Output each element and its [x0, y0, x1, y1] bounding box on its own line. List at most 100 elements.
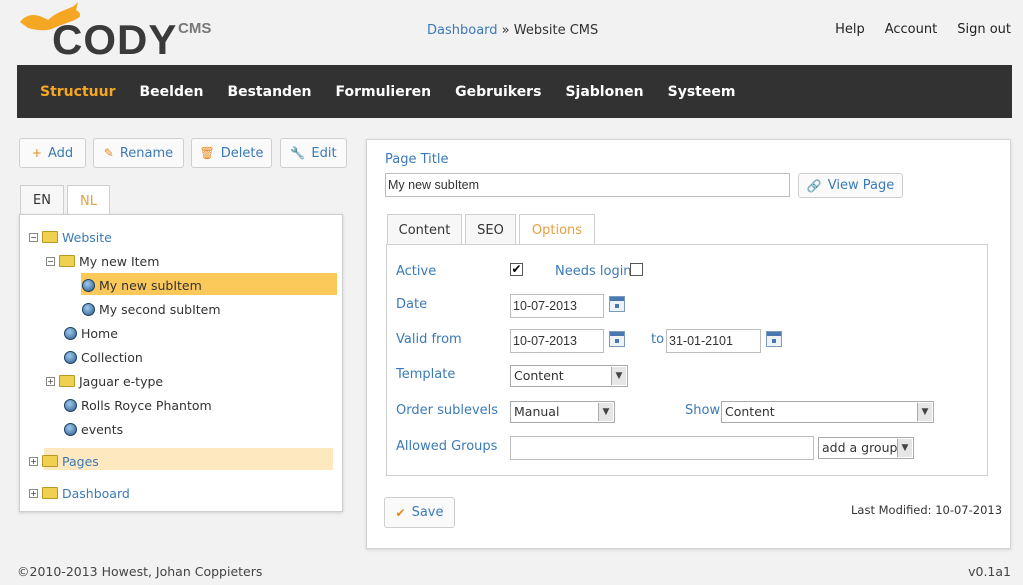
order-sublevels-label: Order sublevels — [396, 403, 499, 418]
active-checkbox[interactable]: ✔ — [510, 263, 523, 276]
tab-options[interactable]: Options — [519, 214, 595, 246]
save-label: Save — [411, 505, 444, 520]
show-label: Show — [685, 403, 721, 418]
tree-label: Pages — [62, 453, 99, 469]
delete-button[interactable]: 🗑 Delete — [191, 138, 272, 168]
valid-to-input[interactable] — [666, 329, 761, 353]
tree-node-rolls-royce[interactable]: Rolls Royce Phantom — [64, 395, 212, 415]
link-icon: 🔗 — [806, 178, 822, 193]
show-value: Content — [725, 404, 775, 419]
logo-cms: CMS — [178, 20, 212, 37]
to-label: to — [651, 332, 665, 347]
order-value: Manual — [514, 404, 560, 419]
allowed-groups-label: Allowed Groups — [396, 439, 498, 454]
needs-login-checkbox[interactable] — [630, 263, 643, 276]
sign-out-link[interactable]: Sign out — [957, 22, 1011, 37]
tree-node-pages[interactable]: + Pages — [29, 451, 99, 471]
page-title-input[interactable] — [385, 173, 790, 197]
tree-node-my-new-subitem[interactable]: My new subItem — [82, 275, 202, 295]
order-sublevels-select[interactable]: Manual ▼ — [510, 401, 615, 423]
add-group-value: add a group — [822, 440, 898, 455]
expand-icon[interactable]: + — [29, 456, 38, 466]
calendar-icon[interactable] — [609, 296, 625, 312]
cody-logo: CODY CMS — [18, 0, 218, 63]
show-select[interactable]: Content ▼ — [721, 401, 934, 423]
chevron-down-icon: ▼ — [598, 403, 613, 421]
tree-node-home[interactable]: Home — [64, 323, 118, 343]
tree-label: events — [81, 421, 124, 437]
tree-label: Rolls Royce Phantom — [81, 397, 212, 413]
breadcrumb: Dashboard » Website CMS — [427, 23, 598, 38]
date-input[interactable] — [510, 294, 604, 318]
expand-icon[interactable]: + — [29, 488, 38, 498]
nav-structuur[interactable]: Structuur — [40, 84, 115, 100]
template-select[interactable]: Content ▼ — [510, 365, 628, 387]
nav-sjablonen[interactable]: Sjablonen — [565, 84, 643, 100]
view-page-button[interactable]: 🔗 View Page — [798, 173, 903, 198]
tab-content[interactable]: Content — [387, 214, 462, 245]
collapse-icon[interactable]: − — [46, 256, 55, 266]
wrench-icon: 🔧 — [290, 146, 306, 160]
tree-panel: − Website − My new Item My new subItem M… — [19, 214, 343, 512]
folder-icon — [42, 487, 58, 499]
edit-button[interactable]: 🔧 Edit — [280, 138, 347, 168]
delete-label: Delete — [220, 145, 264, 161]
add-button[interactable]: + Add — [19, 138, 86, 168]
folder-icon — [59, 375, 75, 387]
logo-text: CODY — [52, 16, 178, 63]
help-link[interactable]: Help — [835, 22, 865, 37]
page-title-label: Page Title — [385, 152, 449, 167]
tree-node-my-new-item[interactable]: − My new Item — [46, 251, 159, 271]
template-value: Content — [514, 368, 564, 383]
tree-label: Dashboard — [62, 485, 130, 501]
tree-label: My new Item — [79, 253, 160, 269]
footer-version: v0.1a1 — [968, 564, 1011, 579]
calendar-icon[interactable] — [766, 331, 782, 347]
tree-label: Jaguar e-type — [79, 373, 164, 389]
globe-icon — [82, 278, 95, 292]
tab-seo[interactable]: SEO — [465, 214, 516, 245]
needs-login-label: Needs login — [555, 264, 632, 279]
tree-node-dashboard[interactable]: + Dashboard — [29, 483, 130, 503]
tab-en[interactable]: EN — [20, 185, 64, 215]
allowed-groups-input[interactable] — [510, 436, 814, 460]
nav-formulieren[interactable]: Formulieren — [336, 84, 432, 100]
tree-node-my-second-subitem[interactable]: My second subItem — [82, 299, 221, 319]
globe-icon — [82, 302, 95, 316]
plus-icon: + — [31, 146, 42, 160]
tree-label: My second subItem — [99, 301, 221, 317]
account-link[interactable]: Account — [885, 22, 938, 37]
folder-icon — [42, 455, 58, 467]
tree-label: Collection — [81, 349, 143, 365]
nav-systeem[interactable]: Systeem — [668, 84, 736, 100]
tree-node-events[interactable]: events — [64, 419, 123, 439]
expand-icon[interactable]: + — [46, 376, 55, 386]
globe-icon — [64, 350, 77, 364]
collapse-icon[interactable]: − — [29, 232, 38, 242]
tree-node-jaguar[interactable]: + Jaguar e-type — [46, 371, 163, 391]
tab-nl[interactable]: NL — [67, 185, 110, 216]
tree-node-website[interactable]: − Website — [29, 227, 112, 247]
top-links: Help Account Sign out — [835, 22, 1011, 37]
valid-from-input[interactable] — [510, 329, 604, 353]
tree-node-collection[interactable]: Collection — [64, 347, 143, 367]
tree-label: Website — [62, 229, 112, 245]
view-page-label: View Page — [827, 178, 895, 193]
nav-bestanden[interactable]: Bestanden — [227, 84, 311, 100]
rename-label: Rename — [119, 145, 174, 161]
save-button[interactable]: ✔ Save — [384, 497, 455, 528]
chevron-down-icon: ▼ — [897, 439, 912, 457]
active-label: Active — [396, 264, 437, 279]
chevron-down-icon: ▼ — [611, 367, 626, 385]
calendar-icon[interactable] — [609, 331, 625, 347]
add-label: Add — [47, 145, 74, 161]
globe-icon — [64, 326, 77, 340]
add-group-select[interactable]: add a group ▼ — [818, 437, 914, 459]
breadcrumb-dashboard-link[interactable]: Dashboard — [427, 23, 498, 38]
edit-label: Edit — [311, 145, 337, 161]
rename-button[interactable]: ✎ Rename — [93, 138, 184, 168]
nav-beelden[interactable]: Beelden — [139, 84, 203, 100]
folder-icon — [42, 231, 58, 243]
globe-icon — [64, 398, 77, 412]
nav-gebruikers[interactable]: Gebruikers — [455, 84, 541, 100]
